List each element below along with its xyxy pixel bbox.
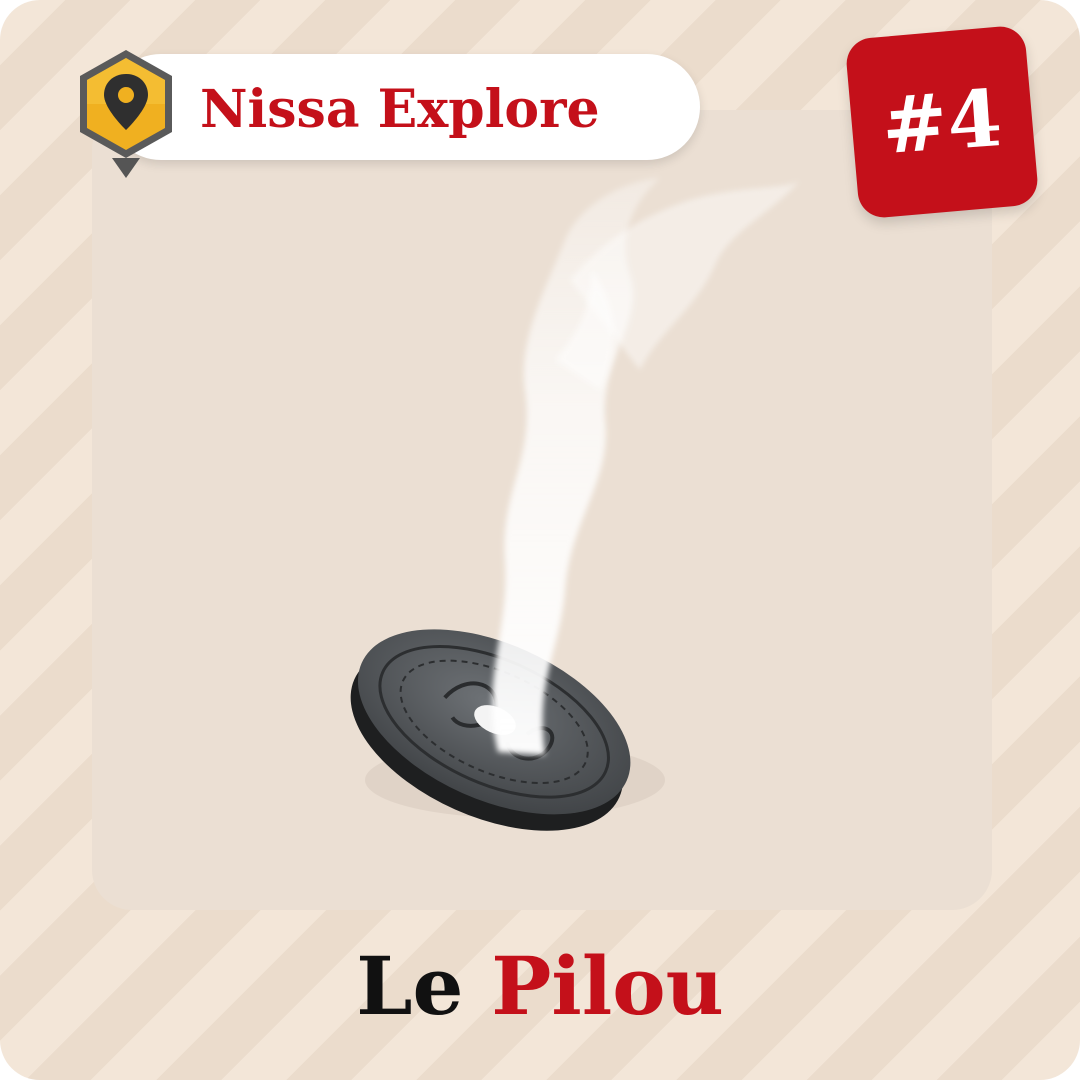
title-article: Le <box>356 939 464 1033</box>
map-pin-icon <box>80 50 172 178</box>
title-name: Pilou <box>491 939 724 1033</box>
place-title: Le Pilou <box>0 936 1080 1036</box>
post-card: Nissa Explore #4 Le Pilou <box>0 0 1080 1080</box>
rank-badge: #4 <box>844 24 1040 220</box>
rank-number: #4 <box>879 72 1005 172</box>
brand-name: Nissa Explore <box>200 79 600 140</box>
smoking-coin-illustration <box>350 178 800 831</box>
